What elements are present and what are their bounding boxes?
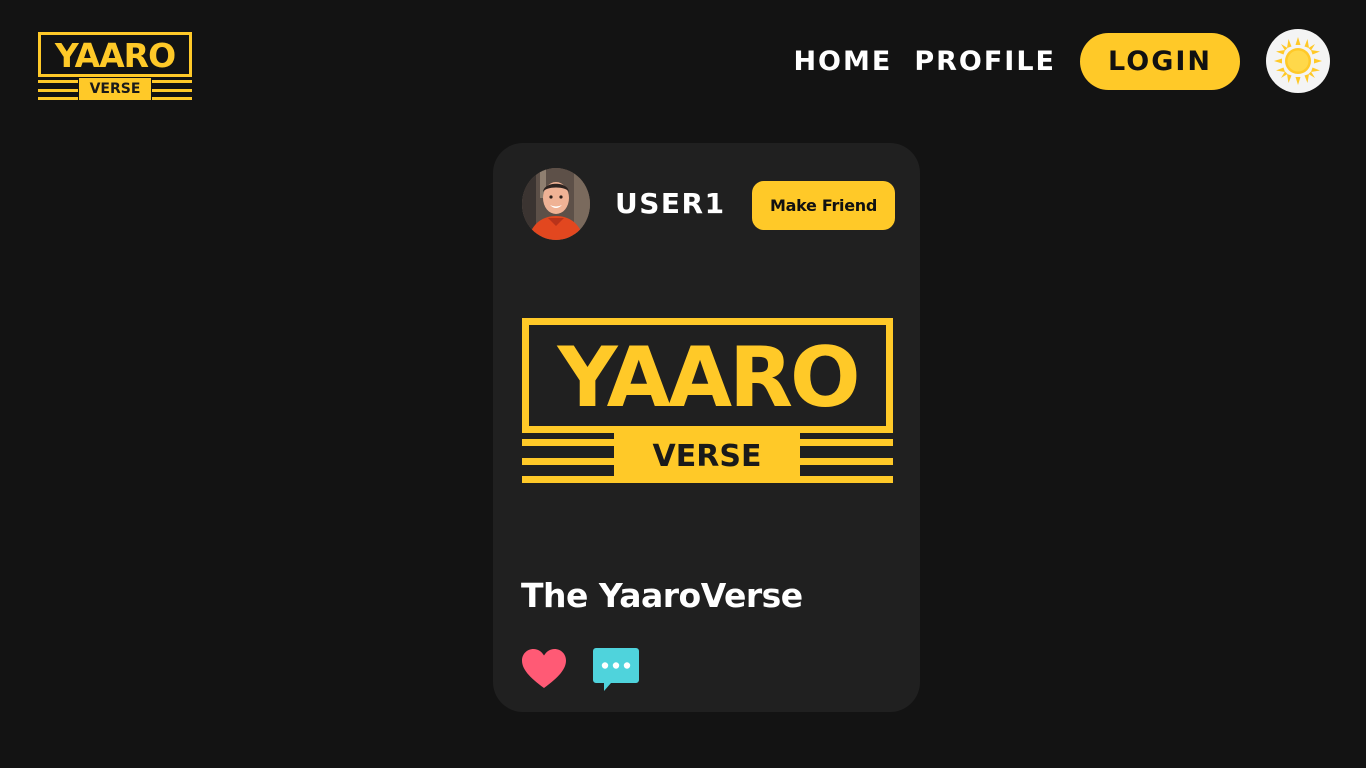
logo-band: VERSE bbox=[38, 78, 192, 100]
post-logo-tagline: VERSE bbox=[614, 431, 800, 483]
theme-toggle-button[interactable] bbox=[1266, 29, 1330, 93]
post-logo-band: VERSE bbox=[522, 431, 893, 483]
main-nav: HOME PROFILE LOGIN bbox=[793, 28, 1330, 94]
logo-wordmark: YAARO bbox=[54, 36, 176, 75]
logo-stripes-left bbox=[38, 80, 78, 100]
post-image: YAARO VERSE bbox=[522, 318, 893, 483]
make-friend-button[interactable]: Make Friend bbox=[752, 181, 895, 230]
avatar[interactable] bbox=[522, 168, 590, 240]
post-logo-stripes-left bbox=[522, 439, 615, 483]
logo-stripes-right bbox=[152, 80, 192, 100]
avatar-photo bbox=[522, 168, 590, 240]
site-logo[interactable]: YAARO VERSE bbox=[38, 32, 192, 100]
nav-home-link[interactable]: HOME bbox=[793, 46, 892, 77]
post-logo-stripes-right bbox=[800, 439, 893, 483]
heart-icon bbox=[522, 649, 566, 688]
post-card: USER1 Make Friend YAARO VERSE The YaaroV… bbox=[493, 143, 920, 712]
speech-bubble-icon bbox=[593, 648, 639, 691]
nav-profile-link[interactable]: PROFILE bbox=[914, 46, 1056, 77]
post-title: The YaaroVerse bbox=[521, 576, 803, 615]
post-username[interactable]: USER1 bbox=[615, 187, 726, 220]
comment-button[interactable] bbox=[593, 648, 639, 692]
login-button[interactable]: LOGIN bbox=[1080, 32, 1240, 90]
post-logo-wordmark: YAARO bbox=[557, 329, 860, 426]
logo-tagline: VERSE bbox=[79, 78, 151, 100]
sun-icon bbox=[1274, 37, 1322, 85]
like-button[interactable] bbox=[521, 648, 567, 690]
